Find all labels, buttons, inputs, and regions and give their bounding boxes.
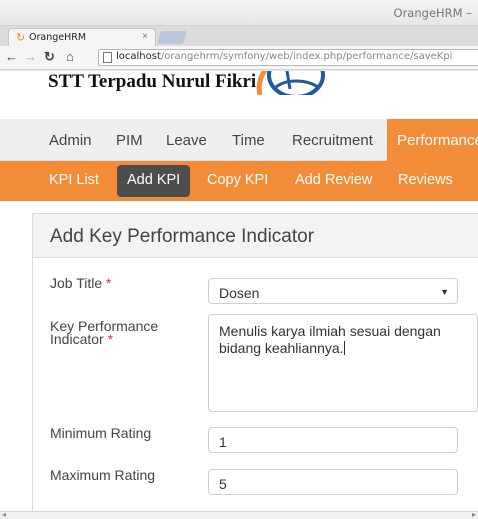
address-bar[interactable]: localhost/orangehrm/symfony/web/index.ph… bbox=[98, 49, 478, 66]
new-tab-button[interactable] bbox=[157, 31, 187, 44]
submenu-item-add-review[interactable]: Add Review bbox=[295, 172, 372, 188]
menu-item-time[interactable]: Time bbox=[232, 132, 265, 149]
menu-item-admin[interactable]: Admin bbox=[49, 132, 92, 149]
dropdown-caret-icon: ▼ bbox=[440, 287, 449, 297]
submenu-item-add-kpi[interactable]: Add KPI bbox=[117, 165, 191, 197]
tab-title: OrangeHRM bbox=[29, 32, 87, 43]
kpi-label: Key Performance Indicator * bbox=[50, 318, 159, 347]
menu-item-leave[interactable]: Leave bbox=[166, 132, 207, 149]
orangehrm-favicon-icon: ↻ bbox=[16, 32, 26, 44]
home-icon[interactable]: ⌂ bbox=[66, 49, 74, 65]
min-rating-value: 1 bbox=[219, 434, 227, 450]
forward-icon[interactable]: → bbox=[24, 49, 37, 65]
sub-menu: KPI List Add KPI Copy KPI Add Review Rev… bbox=[0, 161, 478, 201]
kpi-value: Menulis karya ilmiah sesuai dengan bidan… bbox=[219, 323, 441, 356]
horizontal-scrollbar[interactable]: ◂ ▸ bbox=[0, 510, 478, 519]
submenu-item-reviews[interactable]: Reviews bbox=[398, 172, 453, 188]
institution-logo bbox=[256, 71, 325, 95]
menu-item-pim[interactable]: PIM bbox=[116, 132, 143, 149]
required-mark: * bbox=[106, 275, 112, 291]
menu-item-performance[interactable]: Performance bbox=[387, 119, 478, 161]
submenu-item-kpi-list[interactable]: KPI List bbox=[49, 172, 99, 188]
window-title: OrangeHRM – bbox=[393, 6, 472, 20]
page-icon bbox=[103, 52, 112, 63]
scroll-left-icon[interactable]: ◂ bbox=[2, 510, 6, 519]
browser-toolbar: ← → ↻ ⌂ localhost/orangehrm/symfony/web/… bbox=[0, 46, 478, 70]
tab-strip: ↻ OrangeHRM × bbox=[0, 26, 478, 46]
min-rating-label: Minimum Rating bbox=[50, 425, 152, 441]
reload-icon[interactable]: ↻ bbox=[44, 49, 55, 65]
job-title-label: Job Title * bbox=[50, 275, 112, 291]
page-title: Add Key Performance Indicator bbox=[50, 226, 315, 247]
max-rating-value: 5 bbox=[219, 476, 227, 492]
max-rating-input[interactable]: 5 bbox=[208, 469, 458, 495]
job-title-select[interactable]: Dosen ▼ bbox=[208, 278, 458, 304]
brand-name: STT Terpadu Nurul Fikri bbox=[48, 71, 257, 92]
min-rating-input[interactable]: 1 bbox=[208, 427, 458, 453]
scroll-right-icon[interactable]: ▸ bbox=[472, 510, 476, 519]
text-cursor bbox=[343, 341, 345, 355]
window-titlebar: OrangeHRM – bbox=[0, 0, 478, 26]
menu-item-recruitment[interactable]: Recruitment bbox=[292, 132, 373, 149]
back-icon[interactable]: ← bbox=[5, 49, 18, 65]
panel-header: Add Key Performance Indicator bbox=[33, 214, 478, 258]
add-kpi-panel: Add Key Performance Indicator Job Title … bbox=[32, 213, 478, 511]
browser-tab[interactable]: ↻ OrangeHRM × bbox=[8, 28, 156, 46]
max-rating-label: Maximum Rating bbox=[50, 467, 156, 483]
required-mark: * bbox=[107, 331, 114, 347]
main-menu: Admin PIM Leave Time Recruitment Perform… bbox=[0, 119, 478, 161]
page-content: STT Terpadu Nurul Fikri Admin PIM Leave … bbox=[0, 71, 478, 511]
tab-close-icon[interactable]: × bbox=[142, 31, 148, 42]
kpi-textarea[interactable]: Menulis karya ilmiah sesuai dengan bidan… bbox=[208, 314, 478, 412]
submenu-item-copy-kpi[interactable]: Copy KPI bbox=[207, 172, 268, 188]
job-title-value: Dosen bbox=[219, 285, 260, 301]
url-text: localhost/orangehrm/symfony/web/index.ph… bbox=[116, 51, 453, 62]
